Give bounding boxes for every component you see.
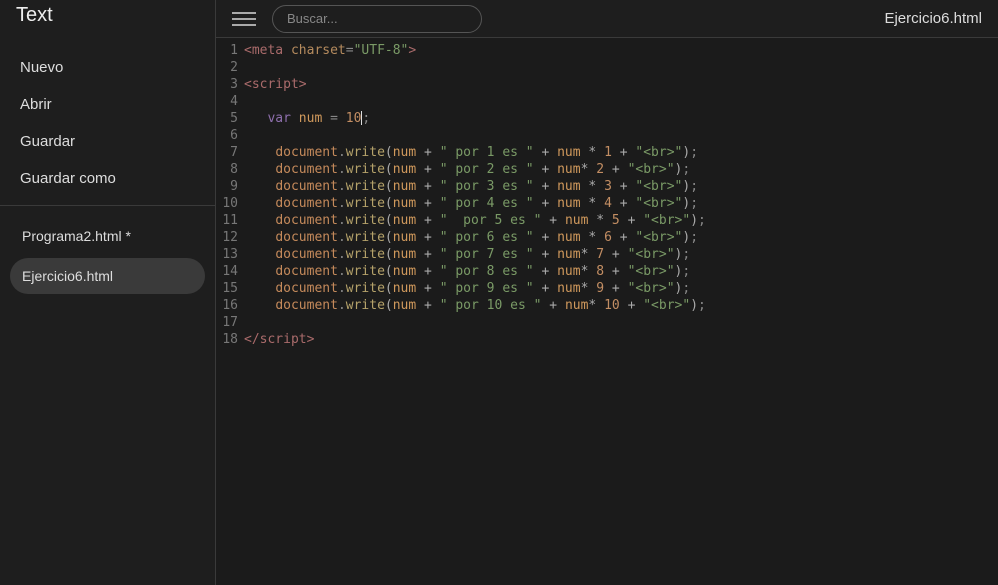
line-content[interactable] <box>244 314 998 331</box>
line-content[interactable]: </script> <box>244 331 998 348</box>
menu-save-as[interactable]: Guardar como <box>0 160 215 197</box>
code-line[interactable]: 16 document.write(num + " por 10 es " + … <box>216 297 998 314</box>
line-content[interactable]: <script> <box>244 76 998 93</box>
search-wrap <box>272 5 482 33</box>
line-content[interactable]: var num = 10; <box>244 110 998 127</box>
line-content[interactable] <box>244 127 998 144</box>
code-line[interactable]: 3<script> <box>216 76 998 93</box>
line-number: 17 <box>216 314 244 331</box>
code-line[interactable]: 4 <box>216 93 998 110</box>
code-line[interactable]: 7 document.write(num + " por 1 es " + nu… <box>216 144 998 161</box>
line-content[interactable] <box>244 59 998 76</box>
line-number: 3 <box>216 76 244 93</box>
code-line[interactable]: 14 document.write(num + " por 8 es " + n… <box>216 263 998 280</box>
line-number: 4 <box>216 93 244 110</box>
line-number: 10 <box>216 195 244 212</box>
hamburger-icon[interactable] <box>232 7 256 31</box>
code-editor[interactable]: 1<meta charset="UTF-8">23<script>45 var … <box>216 38 998 585</box>
line-content[interactable]: document.write(num + " por 8 es " + num*… <box>244 263 998 280</box>
code-line[interactable]: 18</script> <box>216 331 998 348</box>
search-input[interactable] <box>272 5 482 33</box>
line-number: 14 <box>216 263 244 280</box>
main-area: Ejercicio6.html 1<meta charset="UTF-8">2… <box>216 0 998 585</box>
line-number: 7 <box>216 144 244 161</box>
code-line[interactable]: 13 document.write(num + " por 7 es " + n… <box>216 246 998 263</box>
code-line[interactable]: 10 document.write(num + " por 4 es " + n… <box>216 195 998 212</box>
line-number: 15 <box>216 280 244 297</box>
topbar: Ejercicio6.html <box>216 0 998 38</box>
line-number: 11 <box>216 212 244 229</box>
line-content[interactable]: document.write(num + " por 4 es " + num … <box>244 195 998 212</box>
menu-new[interactable]: Nuevo <box>0 49 215 86</box>
line-content[interactable]: document.write(num + " por 2 es " + num*… <box>244 161 998 178</box>
line-number: 8 <box>216 161 244 178</box>
current-file-label: Ejercicio6.html <box>884 10 982 27</box>
line-number: 5 <box>216 110 244 127</box>
line-content[interactable]: document.write(num + " por 3 es " + num … <box>244 178 998 195</box>
line-number: 16 <box>216 297 244 314</box>
line-content[interactable]: document.write(num + " por 1 es " + num … <box>244 144 998 161</box>
line-content[interactable]: document.write(num + " por 7 es " + num*… <box>244 246 998 263</box>
code-line[interactable]: 5 var num = 10; <box>216 110 998 127</box>
code-line[interactable]: 12 document.write(num + " por 6 es " + n… <box>216 229 998 246</box>
sidebar-menu: Nuevo Abrir Guardar Guardar como <box>0 41 215 206</box>
file-item-ejercicio6[interactable]: Ejercicio6.html <box>10 258 205 294</box>
open-files-list: Programa2.html * Ejercicio6.html <box>0 206 215 306</box>
line-number: 2 <box>216 59 244 76</box>
line-number: 12 <box>216 229 244 246</box>
line-content[interactable]: document.write(num + " por 5 es " + num … <box>244 212 998 229</box>
app-title: Text <box>0 0 215 41</box>
code-line[interactable]: 15 document.write(num + " por 9 es " + n… <box>216 280 998 297</box>
code-line[interactable]: 8 document.write(num + " por 2 es " + nu… <box>216 161 998 178</box>
line-number: 6 <box>216 127 244 144</box>
line-content[interactable] <box>244 93 998 110</box>
code-line[interactable]: 1<meta charset="UTF-8"> <box>216 42 998 59</box>
menu-save[interactable]: Guardar <box>0 123 215 160</box>
file-item-programa2[interactable]: Programa2.html * <box>10 218 205 254</box>
line-number: 18 <box>216 331 244 348</box>
line-number: 1 <box>216 42 244 59</box>
sidebar: Text Nuevo Abrir Guardar Guardar como Pr… <box>0 0 216 585</box>
line-content[interactable]: document.write(num + " por 9 es " + num*… <box>244 280 998 297</box>
line-content[interactable]: <meta charset="UTF-8"> <box>244 42 998 59</box>
code-line[interactable]: 11 document.write(num + " por 5 es " + n… <box>216 212 998 229</box>
line-content[interactable]: document.write(num + " por 6 es " + num … <box>244 229 998 246</box>
code-line[interactable]: 2 <box>216 59 998 76</box>
code-line[interactable]: 6 <box>216 127 998 144</box>
menu-open[interactable]: Abrir <box>0 86 215 123</box>
line-number: 9 <box>216 178 244 195</box>
line-content[interactable]: document.write(num + " por 10 es " + num… <box>244 297 998 314</box>
code-line[interactable]: 9 document.write(num + " por 3 es " + nu… <box>216 178 998 195</box>
code-line[interactable]: 17 <box>216 314 998 331</box>
line-number: 13 <box>216 246 244 263</box>
